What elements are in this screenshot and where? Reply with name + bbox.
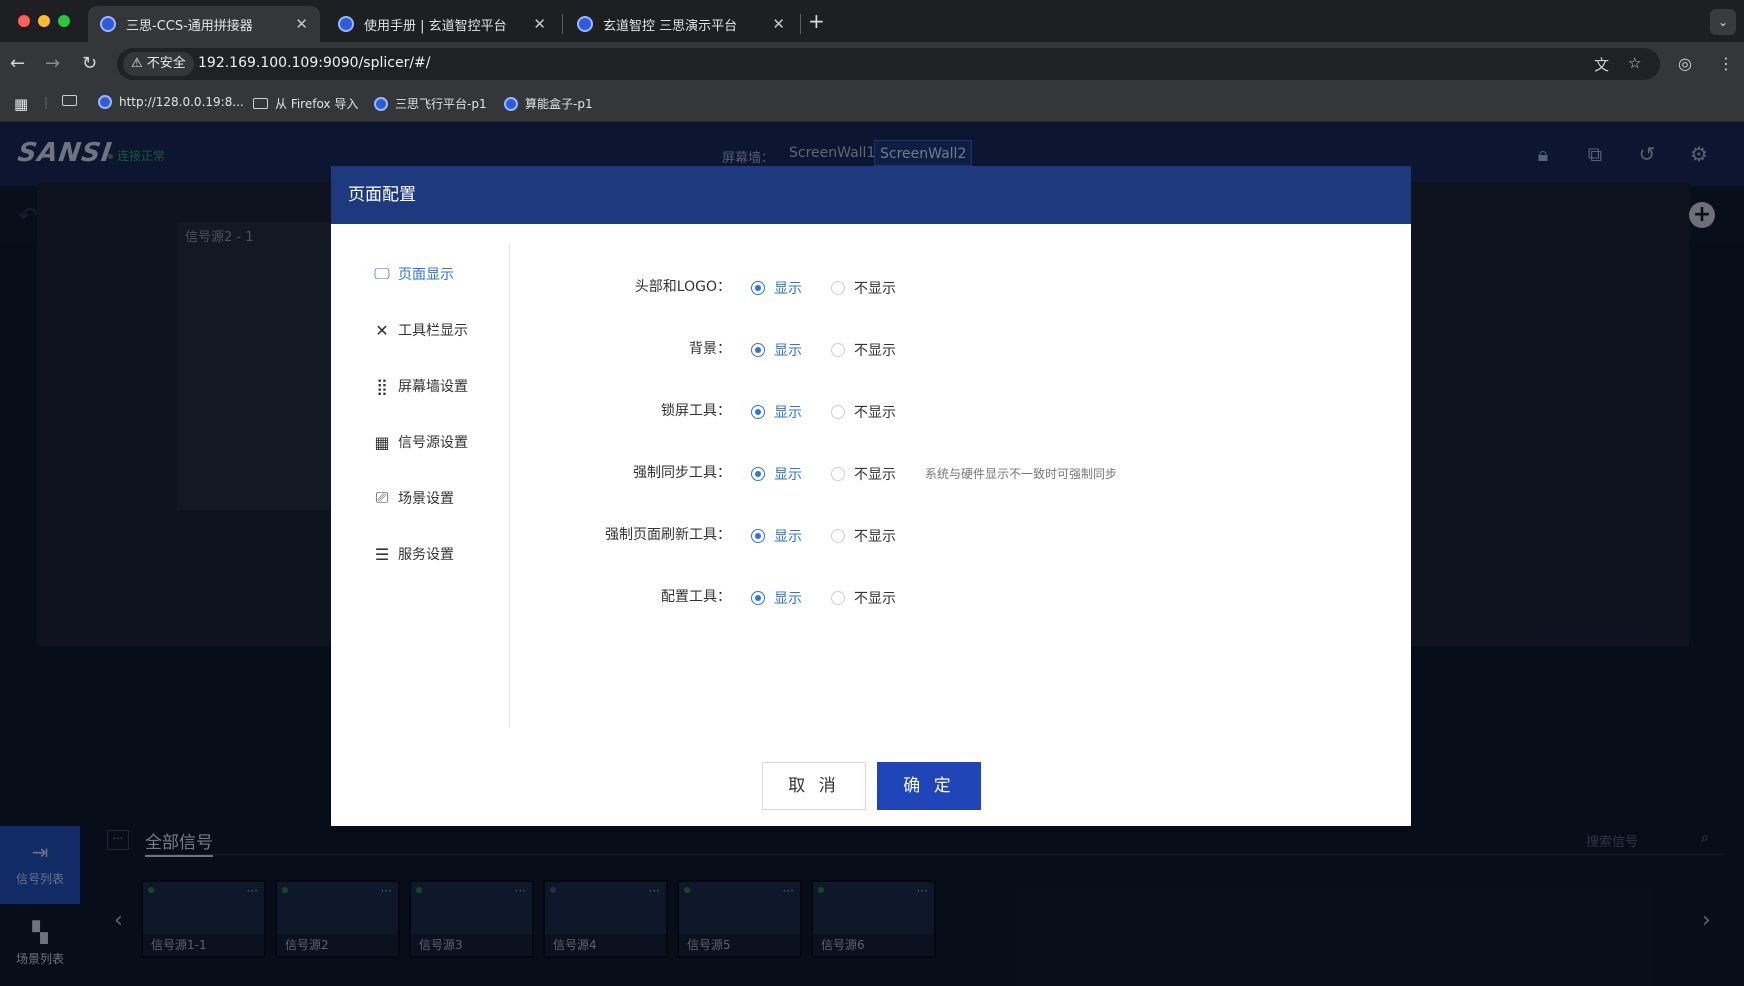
clapper-icon: ⎚ (375, 488, 389, 507)
site-favicon-icon (577, 16, 593, 32)
menu-signal-source-settings[interactable]: ▦ 信号源设置 (372, 431, 468, 453)
dialog-title: 页面配置 (331, 166, 1411, 224)
browser-tab[interactable]: 使用手册 | 玄道智控平台 ✕ (326, 6, 558, 42)
tab-title: 三思-CCS-通用拼接器 (126, 18, 253, 34)
profile-icon[interactable]: ◎ (1678, 54, 1692, 73)
security-label: 不安全 (146, 56, 186, 71)
radio-hide[interactable]: 不显示 (831, 588, 896, 608)
radio-unchecked-icon (831, 405, 845, 419)
option-hint: 系统与硬件显示不一致时可强制同步 (925, 467, 1118, 481)
tools-icon: ✕ (375, 320, 389, 340)
tab-separator (562, 14, 563, 34)
address-bar-row: ← → ↻ ⚠ 不安全 192.169.100.109:9090/splicer… (0, 42, 1744, 86)
bookmark-folder[interactable]: 从 Firefox 导入 (253, 95, 358, 112)
site-favicon-icon (98, 95, 112, 109)
folder-icon (253, 98, 268, 109)
page-config-dialog: 页面配置 🖵︎ 页面显示 ✕ 工具栏显示 ⣿ 屏幕墙设置 ▦ 信号源设置 ⎚ 场景设置 ☰… (331, 166, 1411, 826)
radio-show[interactable]: 显示 (751, 340, 802, 360)
cancel-button[interactable]: 取 消 (762, 762, 866, 810)
keyboard-icon: ▦ (374, 432, 390, 452)
close-tab-icon[interactable]: ✕ (533, 15, 546, 33)
option-label: 背景： (689, 341, 731, 357)
radio-show[interactable]: 显示 (751, 526, 802, 546)
forward-arrow-icon[interactable]: → (45, 54, 60, 74)
close-tab-icon[interactable]: ✕ (772, 15, 785, 33)
zoom-window-button[interactable] (58, 15, 70, 27)
radio-hide[interactable]: 不显示 (831, 340, 896, 360)
reload-icon[interactable]: ↻ (82, 54, 97, 74)
radio-unchecked-icon (831, 591, 845, 605)
bookmark-item[interactable]: 算能盒子-p1 (504, 95, 593, 112)
server-icon: ☰ (374, 544, 390, 564)
option-label: 强制同步工具： (633, 465, 731, 481)
radio-checked-icon (751, 467, 765, 481)
option-label: 强制页面刷新工具： (605, 527, 731, 543)
apps-grid-icon[interactable]: ▦ (14, 95, 28, 113)
bookmark-star-icon[interactable]: ☆ (1628, 54, 1641, 72)
site-favicon-icon (504, 96, 518, 111)
option-row: 背景： 显示 不显示 (331, 338, 1411, 360)
menu-scene-settings[interactable]: ⎚ 场景设置 (372, 487, 454, 509)
site-favicon-icon (100, 16, 116, 32)
option-row: 配置工具： 显示 不显示 (331, 586, 1411, 608)
radio-show[interactable]: 显示 (751, 464, 802, 484)
translate-icon[interactable]: 文 (1594, 54, 1609, 75)
warning-icon: ⚠ (131, 56, 147, 71)
radio-unchecked-icon (831, 467, 845, 481)
radio-checked-icon (751, 343, 765, 357)
minimize-window-button[interactable] (38, 15, 50, 27)
new-tab-button[interactable]: + (808, 9, 825, 33)
tab-search-button[interactable]: ⌄ (1710, 9, 1736, 35)
radio-show[interactable]: 显示 (751, 588, 802, 608)
bookmark-item[interactable]: 三思飞行平台-p1 (374, 95, 487, 112)
menu-service-settings[interactable]: ☰ 服务设置 (372, 543, 454, 565)
bookmark-folder-icon[interactable] (62, 95, 84, 106)
option-label: 头部和LOGO： (634, 279, 731, 295)
browser-tab-bar: 三思-CCS-通用拼接器 ✕ 使用手册 | 玄道智控平台 ✕ 玄道智控 三思演示… (0, 0, 1744, 42)
radio-checked-icon (751, 405, 765, 419)
site-favicon-icon (374, 96, 388, 111)
menu-screen-wall-settings[interactable]: ⣿ 屏幕墙设置 (372, 375, 468, 397)
option-row: 锁屏工具： 显示 不显示 (331, 400, 1411, 422)
option-label: 配置工具： (661, 589, 731, 605)
tab-title: 玄道智控 三思演示平台 (603, 18, 738, 34)
tab-title: 使用手册 | 玄道智控平台 (364, 18, 507, 34)
radio-show[interactable]: 显示 (751, 278, 802, 298)
back-arrow-icon[interactable]: ← (10, 54, 25, 74)
bookmark-divider: | (44, 95, 49, 109)
radio-checked-icon (751, 529, 765, 543)
option-row: 头部和LOGO： 显示 不显示 (331, 276, 1411, 298)
security-indicator[interactable]: ⚠ 不安全 (123, 52, 194, 76)
option-row: 强制同步工具： 显示 不显示 系统与硬件显示不一致时可强制同步 (331, 462, 1411, 484)
bookmark-item[interactable]: http://128.0.0.19:8... (98, 95, 244, 109)
url-bar[interactable]: ⚠ 不安全 192.169.100.109:9090/splicer/#/ 文 … (117, 48, 1660, 80)
radio-unchecked-icon (831, 529, 845, 543)
radio-unchecked-icon (831, 343, 845, 357)
radio-checked-icon (751, 281, 765, 295)
url-text[interactable]: 192.169.100.109:9090/splicer/#/ (198, 55, 431, 71)
browser-tab[interactable]: 玄道智控 三思演示平台 ✕ (565, 6, 797, 42)
close-window-button[interactable] (18, 15, 30, 27)
close-tab-icon[interactable]: ✕ (295, 15, 308, 33)
grid-icon: ⣿ (376, 376, 388, 396)
option-row: 强制页面刷新工具： 显示 不显示 (331, 524, 1411, 546)
browser-menu-icon[interactable]: ⋮ (1718, 54, 1734, 73)
tab-separator (800, 14, 801, 34)
radio-hide[interactable]: 不显示 (831, 526, 896, 546)
site-favicon-icon (338, 16, 354, 32)
radio-hide[interactable]: 不显示 (831, 278, 896, 298)
browser-tab[interactable]: 三思-CCS-通用拼接器 ✕ (88, 6, 320, 42)
radio-unchecked-icon (831, 281, 845, 295)
menu-divider (509, 244, 510, 728)
confirm-button[interactable]: 确 定 (877, 762, 981, 810)
radio-checked-icon (751, 591, 765, 605)
radio-show[interactable]: 显示 (751, 402, 802, 422)
radio-hide[interactable]: 不显示 (831, 464, 896, 484)
radio-hide[interactable]: 不显示 (831, 402, 896, 422)
bookmarks-bar: ▦ | http://128.0.0.19:8... 从 Firefox 导入 … (0, 86, 1744, 122)
option-label: 锁屏工具： (661, 403, 731, 419)
